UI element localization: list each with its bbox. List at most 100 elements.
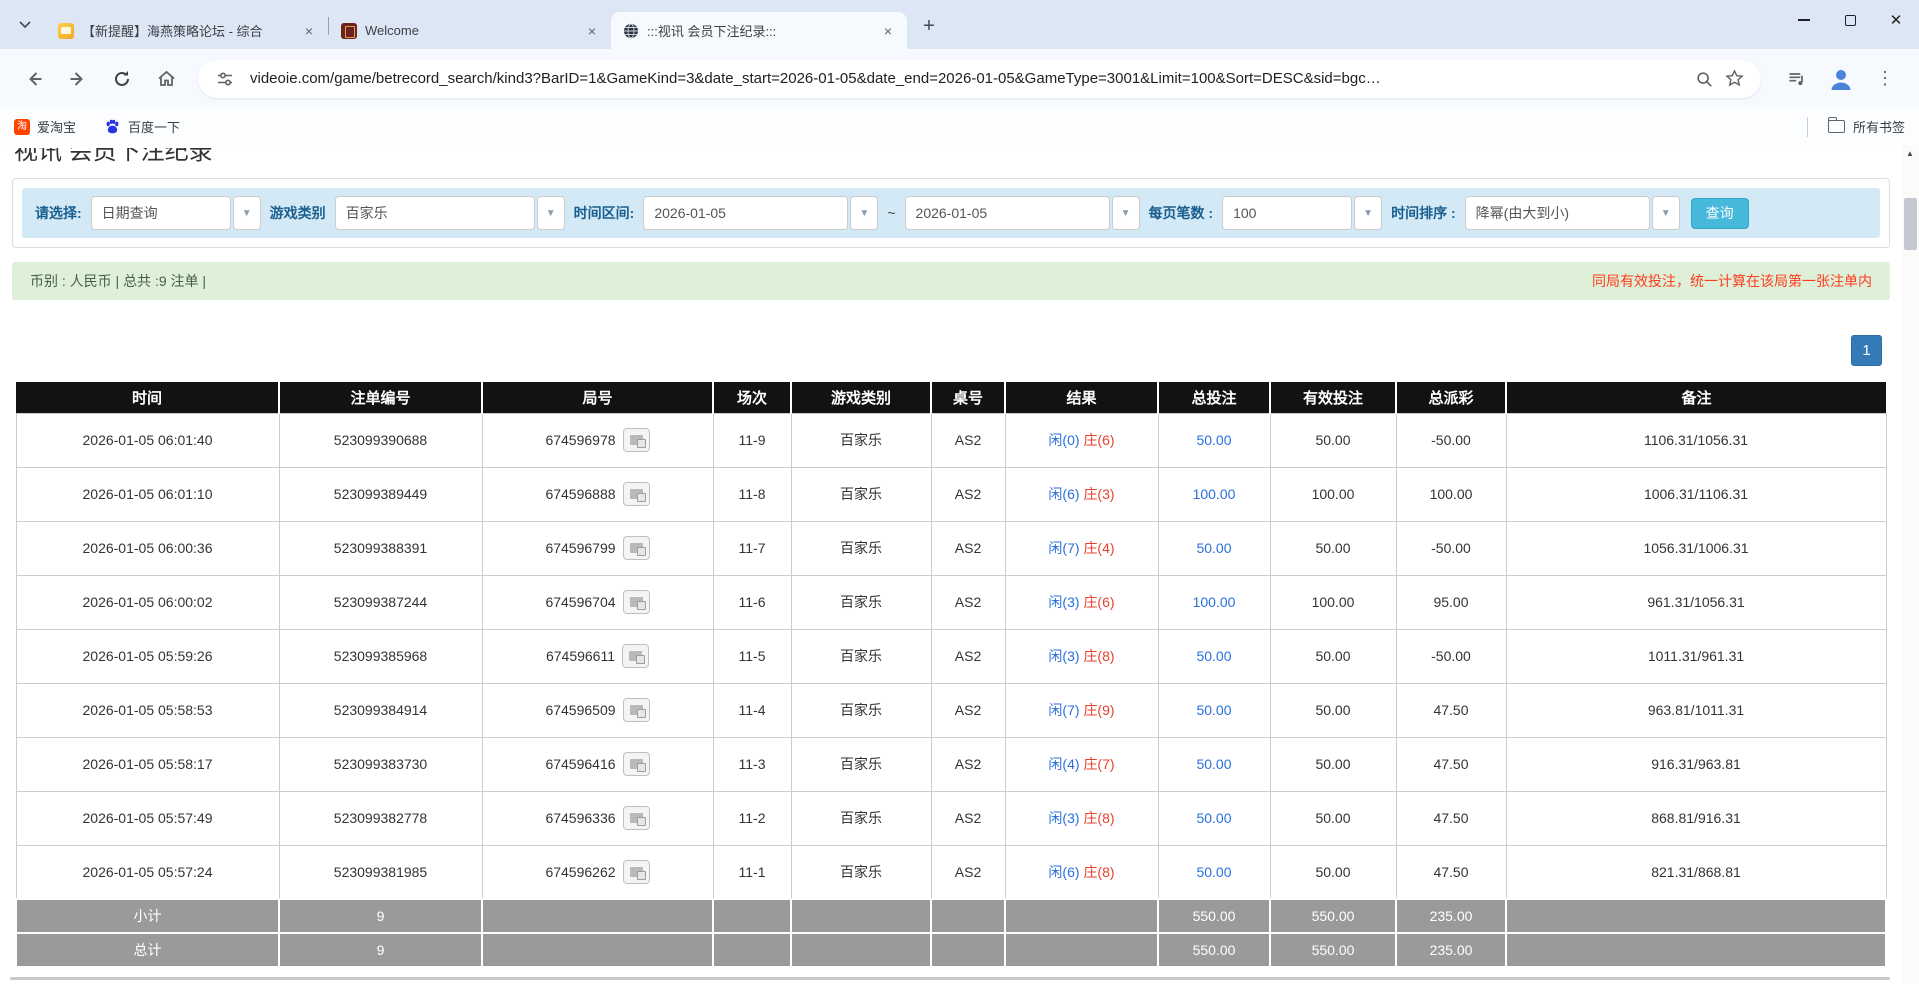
- date-start-value[interactable]: 2026-01-05: [643, 196, 848, 230]
- date-end-value[interactable]: 2026-01-05: [905, 196, 1110, 230]
- summary-notice-text: 同局有效投注，统一计算在该局第一张注单内: [1592, 271, 1872, 291]
- tab-title: Welcome: [365, 23, 575, 38]
- scrollbar-thumb[interactable]: [1904, 198, 1917, 250]
- total-bet-link[interactable]: 50.00: [1196, 756, 1231, 772]
- cell-valid-bet: 50.00: [1270, 845, 1396, 899]
- url-bar[interactable]: videoie.com/game/betrecord_search/kind3?…: [198, 60, 1761, 98]
- sort-select[interactable]: 降幂(由大到小) ▼: [1465, 196, 1680, 230]
- url-text[interactable]: videoie.com/game/betrecord_search/kind3?…: [250, 70, 1689, 87]
- bookmark-star-icon[interactable]: [1719, 64, 1749, 94]
- search-icon[interactable]: [1689, 64, 1719, 94]
- col-time: 时间: [16, 382, 279, 413]
- chevron-down-icon[interactable]: ▼: [1354, 196, 1382, 230]
- tab-welcome[interactable]: Welcome ×: [329, 12, 611, 49]
- table-row: 2026-01-05 06:01:40 523099390688 6745969…: [16, 413, 1886, 467]
- cell-table-code: AS2: [931, 683, 1005, 737]
- menu-dots-icon[interactable]: ⋮: [1866, 60, 1904, 98]
- date-start-select[interactable]: 2026-01-05 ▼: [643, 196, 878, 230]
- horizontal-scrollbar[interactable]: [10, 977, 1890, 980]
- search-button[interactable]: 查询: [1691, 198, 1749, 229]
- cell-time: 2026-01-05 06:01:10: [16, 467, 279, 521]
- cell-game: 百家乐: [791, 413, 931, 467]
- replay-button[interactable]: [622, 644, 649, 668]
- replay-button[interactable]: [623, 698, 650, 722]
- total-bet-link[interactable]: 50.00: [1196, 432, 1231, 448]
- close-button[interactable]: ✕: [1873, 0, 1919, 40]
- minimize-button[interactable]: [1781, 0, 1827, 40]
- total-bet-link[interactable]: 50.00: [1196, 810, 1231, 826]
- tab-close-icon[interactable]: ×: [583, 22, 601, 40]
- replay-button[interactable]: [623, 752, 650, 776]
- site-settings-icon[interactable]: [210, 64, 240, 94]
- chevron-down-icon[interactable]: ▼: [1652, 196, 1680, 230]
- result-banker: 庄(3): [1083, 486, 1114, 502]
- cell-payout: -50.00: [1396, 413, 1506, 467]
- chevron-down-icon[interactable]: ▼: [537, 196, 565, 230]
- replay-button[interactable]: [623, 590, 650, 614]
- cell-round-id: 674596262: [482, 845, 713, 899]
- cell-game: 百家乐: [791, 629, 931, 683]
- tab-bet-records[interactable]: :::视讯 会员下注纪录::: ×: [611, 12, 907, 49]
- result-player: 闲(6): [1048, 864, 1079, 880]
- cell-total-bet: 50.00: [1158, 629, 1270, 683]
- home-button[interactable]: [147, 60, 185, 98]
- cell-round-id: 674596336: [482, 791, 713, 845]
- tab-search-button[interactable]: [10, 10, 40, 40]
- bookmarks-divider: [1807, 117, 1808, 137]
- pagination-page-1[interactable]: 1: [1851, 335, 1882, 366]
- cell-valid-bet: 50.00: [1270, 521, 1396, 575]
- cell-table-code: AS2: [931, 737, 1005, 791]
- scroll-up-icon[interactable]: ▲: [1906, 149, 1914, 158]
- cell-valid-bet: 50.00: [1270, 683, 1396, 737]
- result-banker: 庄(8): [1083, 648, 1114, 664]
- sort-value[interactable]: 降幂(由大到小): [1465, 196, 1650, 230]
- query-type-select[interactable]: 日期查询 ▼: [91, 196, 261, 230]
- bookmark-baidu[interactable]: 百度一下: [104, 117, 180, 136]
- bookmark-taobao[interactable]: 淘 爱淘宝: [14, 117, 76, 136]
- tab-close-icon[interactable]: ×: [300, 22, 318, 40]
- replay-button[interactable]: [623, 428, 650, 452]
- total-bet-link[interactable]: 100.00: [1193, 594, 1236, 610]
- replay-button[interactable]: [623, 860, 650, 884]
- query-type-value[interactable]: 日期查询: [91, 196, 231, 230]
- replay-button[interactable]: [623, 806, 650, 830]
- tab-forum[interactable]: 【新提醒】海燕策略论坛 - 综合 ×: [46, 12, 328, 49]
- total-bet-link[interactable]: 50.00: [1196, 864, 1231, 880]
- game-category-select[interactable]: 百家乐 ▼: [335, 196, 565, 230]
- date-end-select[interactable]: 2026-01-05 ▼: [905, 196, 1140, 230]
- result-banker: 庄(6): [1083, 594, 1114, 610]
- game-category-value[interactable]: 百家乐: [335, 196, 535, 230]
- cell-bet-id: 523099389449: [279, 467, 482, 521]
- vertical-scrollbar[interactable]: ▲: [1902, 145, 1919, 984]
- maximize-button[interactable]: [1827, 0, 1873, 40]
- back-button[interactable]: [15, 60, 53, 98]
- page-size-select[interactable]: 100 ▼: [1222, 196, 1382, 230]
- new-tab-button[interactable]: +: [915, 12, 943, 40]
- cell-game: 百家乐: [791, 737, 931, 791]
- tab-close-icon[interactable]: ×: [879, 22, 897, 40]
- chevron-down-icon[interactable]: ▼: [233, 196, 261, 230]
- cell-remark: 821.31/868.81: [1506, 845, 1886, 899]
- subtotal-valid-bet: 550.00: [1270, 899, 1396, 933]
- chevron-down-icon[interactable]: ▼: [850, 196, 878, 230]
- total-bet-link[interactable]: 100.00: [1193, 486, 1236, 502]
- replay-button[interactable]: [623, 482, 650, 506]
- table-footer: 小计 9 550.00 550.00 235.00 总计 9 550.00 55…: [16, 899, 1886, 967]
- cell-result: 闲(6) 庄(3): [1005, 467, 1158, 521]
- cell-remark: 1106.31/1056.31: [1506, 413, 1886, 467]
- profile-avatar[interactable]: [1822, 60, 1860, 98]
- forward-button[interactable]: [59, 60, 97, 98]
- window-controls: ✕: [1781, 0, 1919, 40]
- replay-button[interactable]: [623, 536, 650, 560]
- media-controls-icon[interactable]: [1778, 60, 1816, 98]
- total-bet-link[interactable]: 50.00: [1196, 648, 1231, 664]
- total-bet-link[interactable]: 50.00: [1196, 702, 1231, 718]
- reload-button[interactable]: [103, 60, 141, 98]
- chevron-down-icon[interactable]: ▼: [1112, 196, 1140, 230]
- col-bet-id: 注单编号: [279, 382, 482, 413]
- col-remark: 备注: [1506, 382, 1886, 413]
- page-size-value[interactable]: 100: [1222, 196, 1352, 230]
- total-bet-link[interactable]: 50.00: [1196, 540, 1231, 556]
- cell-valid-bet: 50.00: [1270, 413, 1396, 467]
- all-bookmarks-label[interactable]: 所有书签: [1853, 117, 1905, 136]
